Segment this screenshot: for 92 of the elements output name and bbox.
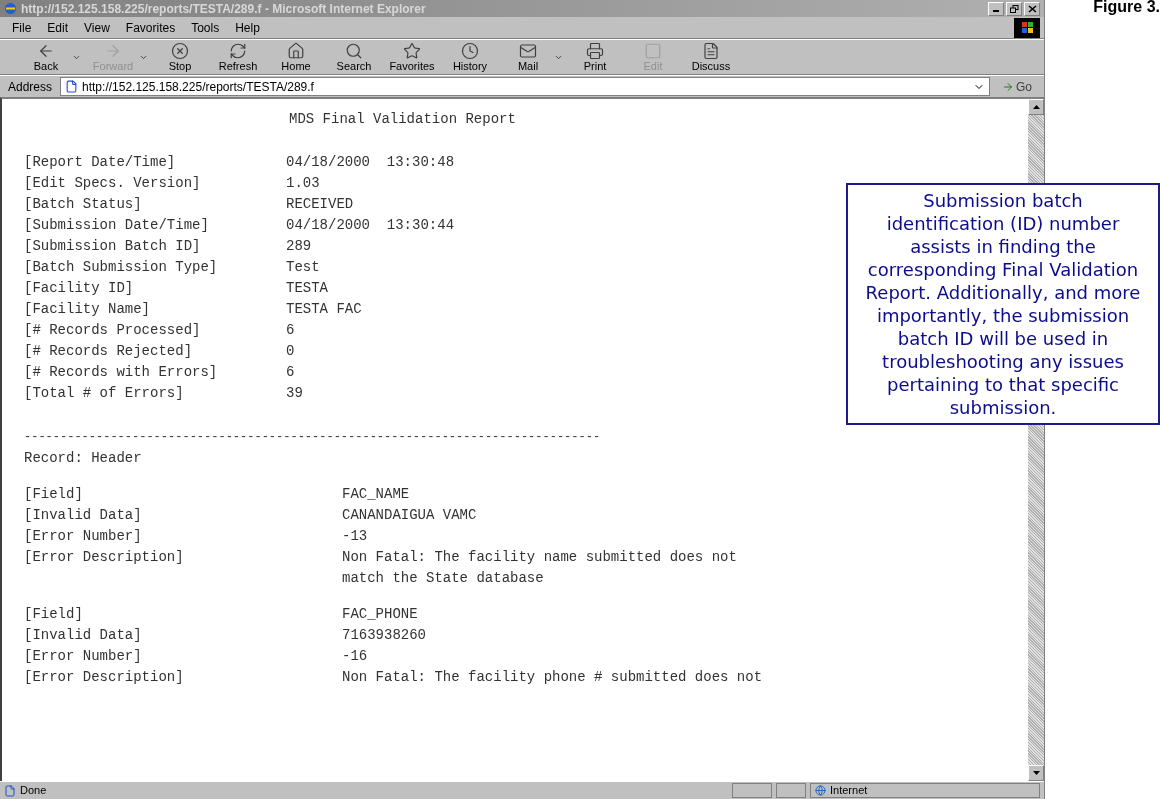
page-icon [65,80,79,93]
windows-logo-icon [1014,17,1040,38]
search-icon [345,41,363,60]
field-value: RECEIVED [286,195,354,214]
clock-icon [461,41,479,60]
field-label: [Facility Name] [24,300,152,319]
field-value: FAC_PHONE [342,605,418,624]
refresh-icon [229,41,247,60]
maximize-button[interactable] [1006,1,1022,16]
report-title: MDS Final Validation Report [289,111,516,127]
field-label: [Report Date/Time] [24,153,177,172]
field-label: [Batch Submission Type] [24,258,219,277]
toolbar-button[interactable]: Search [328,41,380,73]
address-label: Address [7,78,54,96]
toolbar-button[interactable]: Discuss [685,41,737,73]
toolbar-button[interactable]: Home [270,41,322,73]
field-label: [# Records Processed] [24,321,202,340]
field-value: 289 [286,237,312,256]
toolbar-button[interactable]: Back [20,41,72,73]
field-value: 7163938260 [342,626,426,645]
field-value: CANANDAIGUA VAMC [342,506,477,525]
field-value: Non Fatal: The facility name submitted does not [342,548,737,567]
figure-label: Figure 3. [1093,0,1160,14]
field-value: TESTA [286,279,328,298]
field-label: [Error Number] [24,647,143,666]
toolbar-button[interactable]: Print [569,41,621,73]
field-value: 1.03 [286,174,320,193]
document-icon [702,41,720,60]
page-icon [4,784,16,797]
menu-item[interactable]: File [12,18,32,37]
callout-text: Submission batch identification (ID) number assists in finding the corresponding Final Validation Report. Additionally, and more importantly, the submission batch ID will be used in troubleshooting any issues pertaining to that specific submission. [865,190,1141,418]
close-button[interactable] [1024,1,1040,16]
field-value: 6 [286,363,295,382]
separator-line: -------------------------------------------------------------------------------- [24,430,601,444]
field-label: [# Records Rejected] [24,342,194,361]
field-label: [Error Description] [24,548,185,567]
field-label: [Total # of Errors] [24,384,185,403]
menu-item[interactable]: Tools [191,18,220,37]
field-value: match the State database [342,569,545,588]
field-label: [Invalid Data] [24,626,143,645]
star-icon [403,41,421,60]
up-arrow-icon[interactable] [1032,105,1040,109]
arrow-right-icon [1002,80,1014,93]
field-label: [Submission Batch ID] [24,237,202,256]
field-value: TESTA FAC [286,300,362,319]
field-label: [Error Description] [24,668,185,687]
house-icon [287,41,305,60]
close-icon [1027,4,1037,13]
field-value: Non Fatal: The facility phone # submitted does not [342,668,763,687]
field-label: [Submission Date/Time] [24,216,210,235]
envelope-icon [519,41,537,60]
down-arrow-icon[interactable] [1032,771,1040,775]
toolbar-button[interactable]: Mail [502,41,554,73]
minimize-icon [993,10,999,12]
x-circle-icon [171,41,189,60]
field-value: -13 [342,527,368,546]
toolbar-button[interactable]: Stop [154,41,206,73]
toolbar-button[interactable]: Favorites [386,41,438,73]
window-title: http://152.125.158.225/reports/TESTA/289.f - Microsoft Internet Explorer [21,0,427,18]
field-label: [Field] [24,605,84,624]
field-value: FAC_NAME [342,485,410,504]
field-label: [Error Number] [24,527,143,546]
record-heading: Record: Header [24,450,142,466]
field-value: 04/18/2000 13:30:44 [286,216,455,235]
field-value: -16 [342,647,368,666]
globe-icon [4,2,17,15]
menu-item[interactable]: Edit [47,18,69,37]
minimize-button[interactable] [988,1,1004,16]
zone-text: Internet [830,783,868,799]
field-value: Test [286,258,320,277]
square-icon [644,41,662,60]
globe-icon [815,785,826,796]
printer-icon [586,41,604,60]
menu-item[interactable]: Help [235,18,260,37]
address-field[interactable]: http://152.125.158.225/reports/TESTA/289.f [60,77,990,96]
go-button[interactable]: Go [994,77,1040,96]
maximize-icon [1009,4,1019,13]
menu-item[interactable]: Favorites [125,18,176,37]
field-label: [Facility ID] [24,279,135,298]
status-text: Done [20,783,48,799]
field-label: [# Records with Errors] [24,363,219,382]
menu-item[interactable]: View [84,18,110,37]
field-label: [Batch Status] [24,195,143,214]
field-label: [Invalid Data] [24,506,143,525]
field-value: 04/18/2000 13:30:48 [286,153,455,172]
field-value: 0 [286,342,295,361]
field-label: [Edit Specs. Version] [24,174,202,193]
toolbar-button[interactable]: History [444,41,496,73]
field-value: 39 [286,384,303,403]
field-value: 6 [286,321,295,340]
toolbar-button[interactable]: Refresh [212,41,264,73]
field-label: [Field] [24,485,84,504]
